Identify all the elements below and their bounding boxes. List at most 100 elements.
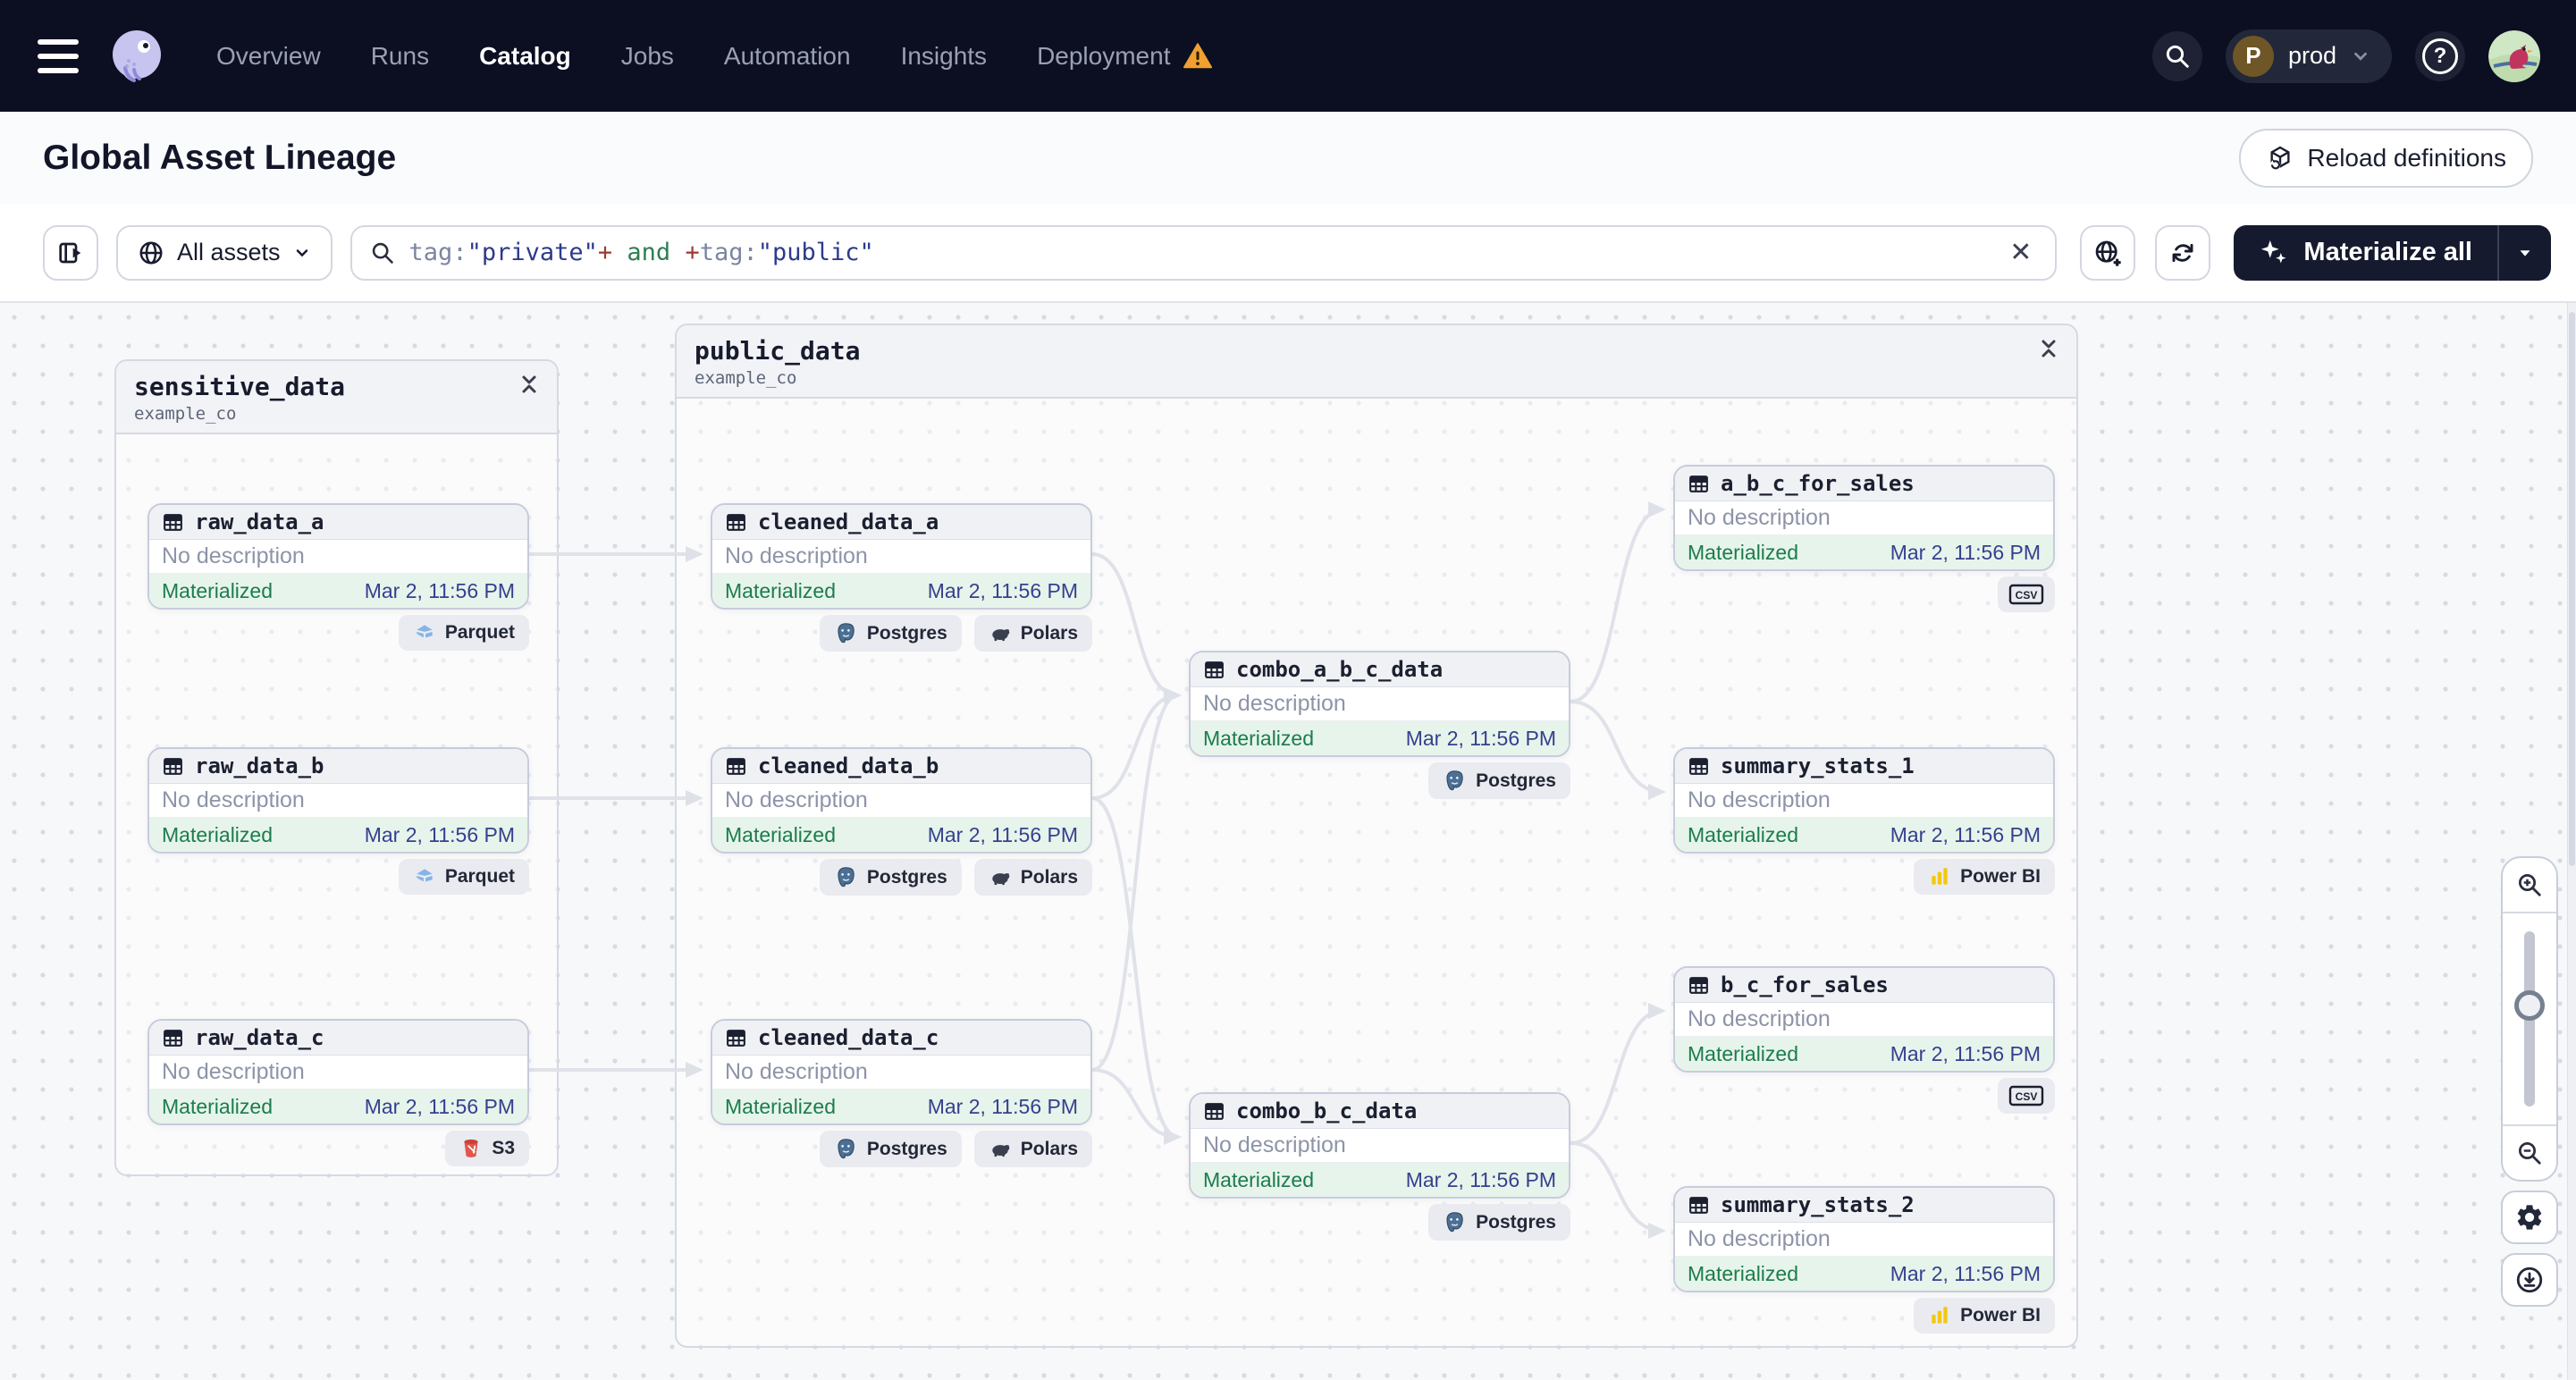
kind-tag-postgres[interactable]: Postgres [819, 859, 962, 896]
user-avatar[interactable] [2488, 29, 2540, 82]
asset-description: No description [1191, 1129, 1569, 1163]
kind-tag-parquet[interactable]: Parquet [398, 859, 529, 895]
asset-node-raw_data_b[interactable]: raw_data_b No description Materialized M… [147, 747, 529, 854]
kind-tag-postgres[interactable]: Postgres [1428, 1204, 1570, 1241]
chevron-down-icon [2354, 52, 2367, 61]
asset-node-combo_b_c_data[interactable]: combo_b_c_data No description Materializ… [1189, 1092, 1570, 1199]
polars-icon [992, 1144, 1010, 1157]
asset-status-row: Materialized Mar 2, 11:56 PM [1675, 535, 2053, 569]
lineage-toolbar: All assets tag:"private"+ and +tag:"publ… [0, 204, 2576, 303]
table-icon [164, 1029, 182, 1047]
asset-node-b_c_for_sales[interactable]: b_c_for_sales No description Materialize… [1673, 966, 2055, 1073]
zoom-in-button[interactable] [2503, 858, 2556, 912]
nav-item-deployment[interactable]: Deployment [1037, 42, 1213, 71]
status-badge: Materialized [1203, 726, 1314, 750]
asset-node-header: raw_data_c [149, 1021, 527, 1056]
asset-name: cleaned_data_b [758, 753, 939, 778]
asset-node-summary_stats_1[interactable]: summary_stats_1 No description Materiali… [1673, 747, 2055, 854]
dagster-logo-icon[interactable] [107, 27, 166, 86]
materialization-timestamp: Mar 2, 11:56 PM [364, 822, 515, 846]
new-asset-selection-button[interactable] [2080, 224, 2136, 281]
nav-item-overview[interactable]: Overview [216, 42, 321, 71]
kind-tag-s3[interactable]: S3 [445, 1131, 529, 1166]
lineage-edge [1570, 700, 1666, 800]
kind-tag-polars[interactable]: Polars [973, 859, 1092, 896]
environment-initial: P [2232, 35, 2274, 77]
nav-item-runs[interactable]: Runs [371, 42, 429, 71]
refresh-button[interactable] [2155, 224, 2211, 281]
asset-node-summary_stats_2[interactable]: summary_stats_2 No description Materiali… [1673, 1186, 2055, 1292]
materialization-timestamp: Mar 2, 11:56 PM [364, 1094, 515, 1118]
kind-tag-power-bi[interactable]: Power BI [1914, 859, 2055, 895]
kind-tag-polars[interactable]: Polars [973, 1131, 1092, 1167]
status-badge: Materialized [1688, 822, 1798, 846]
materialize-all-button[interactable]: Materialize all [2234, 225, 2497, 281]
kind-tag-csv[interactable]: CSV [1998, 576, 2055, 612]
kind-tag-label: Postgres [1476, 770, 1556, 791]
kind-tag-label: Polars [1020, 622, 1078, 644]
reload-definitions-button[interactable]: Reload definitions [2239, 128, 2533, 188]
asset-kind-tags: S3 [147, 1131, 529, 1166]
asset-description: No description [149, 1056, 527, 1090]
download-image-button[interactable] [2501, 1253, 2558, 1307]
menu-icon[interactable] [38, 38, 79, 73]
asset-name: combo_b_c_data [1236, 1098, 1418, 1123]
kind-tag-label: Power BI [1960, 866, 2041, 887]
kind-tag-postgres[interactable]: Postgres [819, 615, 962, 652]
materialization-timestamp: Mar 2, 11:56 PM [927, 1094, 1078, 1118]
asset-node-raw_data_a[interactable]: raw_data_a No description Materialized M… [147, 503, 529, 610]
asset-status-row: Materialized Mar 2, 11:56 PM [149, 1090, 527, 1123]
nav-item-automation[interactable]: Automation [724, 42, 851, 71]
zoom-slider-handle[interactable] [2514, 990, 2545, 1021]
asset-scope-dropdown[interactable]: All assets [116, 224, 333, 281]
table-icon [1205, 661, 1224, 678]
asset-node-cleaned_data_a[interactable]: cleaned_data_a No description Materializ… [711, 503, 1092, 610]
kind-tag-parquet[interactable]: Parquet [398, 615, 529, 651]
graph-settings-button[interactable] [2501, 1191, 2558, 1244]
asset-description: No description [149, 540, 527, 574]
asset-kind-tags: Postgres [1189, 762, 1570, 799]
open-panel-icon [59, 242, 81, 263]
kind-tag-label: Postgres [866, 622, 947, 644]
asset-filter-input[interactable]: tag:"private"+ and +tag:"public" ✕ [349, 224, 2058, 281]
asset-name: summary_stats_1 [1721, 753, 1915, 778]
zoom-out-button[interactable] [2503, 1126, 2556, 1180]
asset-node-cleaned_data_b[interactable]: cleaned_data_b No description Materializ… [711, 747, 1092, 854]
kind-tag-csv[interactable]: CSV [1998, 1078, 2055, 1114]
environment-switcher[interactable]: P prod [2225, 29, 2392, 83]
asset-node-raw_data_c[interactable]: raw_data_c No description Materialized M… [147, 1019, 529, 1125]
asset-node-header: summary_stats_2 [1675, 1188, 2053, 1223]
lineage-canvas[interactable]: sensitive_data example_co public_data ex… [0, 303, 2576, 1380]
kind-tag-polars[interactable]: Polars [973, 615, 1092, 652]
cube-reload-icon [2270, 146, 2290, 170]
asset-node-cleaned_data_c[interactable]: cleaned_data_c No description Materializ… [711, 1019, 1092, 1125]
asset-node-header: combo_a_b_c_data [1191, 652, 1569, 687]
kind-tag-power-bi[interactable]: Power BI [1914, 1298, 2055, 1334]
asset-node-header: b_c_for_sales [1675, 968, 2053, 1003]
kind-tag-postgres[interactable]: Postgres [819, 1131, 962, 1167]
powerbi-icon [1932, 868, 1948, 885]
scrollbar-thumb[interactable] [2569, 312, 2575, 866]
asset-node-combo_a_b_c_data[interactable]: combo_a_b_c_data No description Material… [1189, 651, 1570, 757]
asset-kind-tags: Postgres Polars [711, 615, 1092, 652]
zoom-out-icon [2519, 1142, 2541, 1165]
status-badge: Materialized [725, 822, 836, 846]
toggle-sidebar-button[interactable] [43, 224, 98, 281]
postgres-icon [838, 623, 854, 644]
asset-node-a_b_c_for_sales[interactable]: a_b_c_for_sales No description Materiali… [1673, 465, 2055, 571]
materialization-timestamp: Mar 2, 11:56 PM [1890, 540, 2041, 564]
lineage-edge [1091, 552, 1182, 703]
nav-item-insights[interactable]: Insights [901, 42, 988, 71]
filter-query-text: tag:"private"+ and +tag:"public" [408, 239, 874, 266]
download-icon [2516, 1266, 2543, 1293]
help-button[interactable]: ? [2415, 30, 2465, 81]
nav-item-jobs[interactable]: Jobs [621, 42, 674, 71]
kind-tag-postgres[interactable]: Postgres [1428, 762, 1570, 799]
table-icon [1689, 757, 1708, 775]
canvas-scrollbar[interactable] [2567, 303, 2576, 1380]
nav-item-catalog[interactable]: Catalog [479, 42, 571, 71]
sparkles-icon [2261, 240, 2286, 263]
materialize-options-button[interactable] [2499, 225, 2551, 281]
search-button[interactable] [2151, 30, 2202, 81]
clear-filter-icon[interactable]: ✕ [2004, 237, 2037, 268]
